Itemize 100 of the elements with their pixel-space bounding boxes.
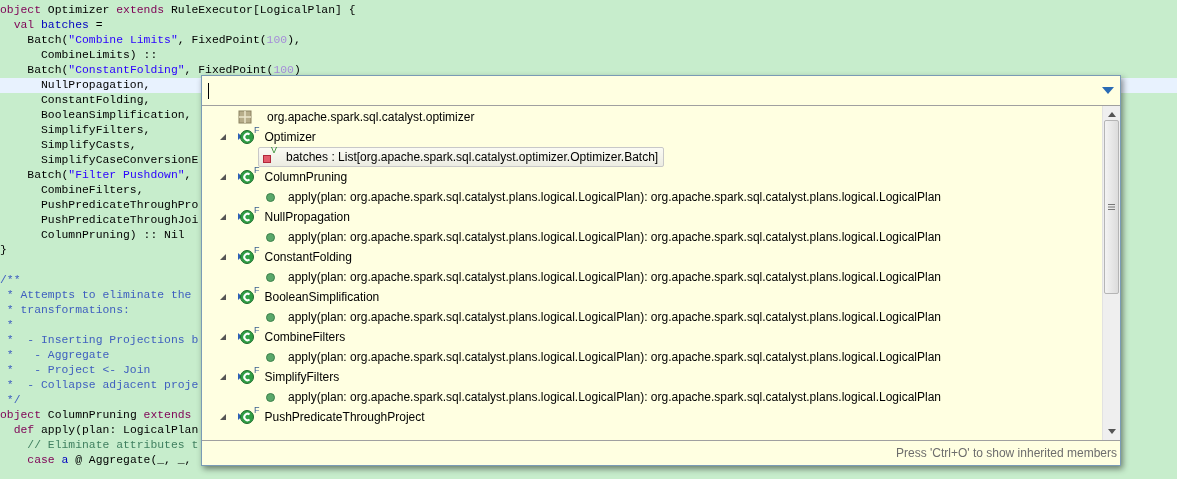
scroll-down-icon[interactable] — [1107, 429, 1116, 434]
code-line: NullPropagation, — [40, 79, 151, 91]
collapse-arrow-icon[interactable] — [219, 333, 227, 341]
code-line: SimplifyFilters, — [40, 124, 151, 136]
modifier-label: F — [254, 205, 260, 215]
field-icon — [263, 155, 271, 163]
outline-item[interactable]: F ConstantFolding — [234, 248, 357, 266]
outline-item[interactable]: apply(plan: org.apache.spark.sql.catalyst.plans.logical.LogicalPlan): org.apache.spark.sql.catalyst.plans.logical.LogicalPlan — [258, 268, 947, 286]
code-line: def apply(plan: LogicalPlan — [12, 424, 199, 436]
class-label: CombineFilters — [263, 329, 347, 345]
code-line: */ — [5, 394, 21, 406]
member-label: apply(plan: org.apache.spark.sql.catalyst.plans.logical.LogicalPlan): org.apache.spark.sql.catalyst.plans.logical.LogicalPlan — [287, 389, 943, 405]
method-icon — [266, 352, 275, 362]
code-line: * transformations: — [5, 304, 130, 316]
class-icon — [238, 169, 254, 185]
modifier-label: F — [254, 285, 260, 295]
member-label: apply(plan: org.apache.spark.sql.catalyst.plans.logical.LogicalPlan): org.apache.spark.sql.catalyst.plans.logical.LogicalPlan — [287, 229, 943, 245]
method-icon — [266, 192, 275, 202]
method-icon — [266, 272, 275, 282]
collapse-arrow-icon[interactable] — [219, 413, 227, 421]
outline-item[interactable]: V batches : List[org.apache.spark.sql.catalyst.optimizer.Optimizer.Batch] — [258, 147, 665, 167]
class-label: SimplifyFilters — [263, 369, 341, 385]
code-line: * - Inserting Projections b — [5, 334, 199, 346]
modifier-label: F — [254, 365, 260, 375]
outline-item[interactable]: F SimplifyFilters — [234, 368, 345, 386]
modifier-label: F — [254, 325, 260, 335]
collapse-arrow-icon[interactable] — [219, 133, 227, 141]
package-icon — [238, 110, 252, 124]
code-line: * - Project <- Join — [5, 364, 151, 376]
code-line: object Optimizer extends RuleExecutor[LogicalPlan] { — [0, 4, 356, 16]
modifier-label: V — [271, 145, 277, 155]
class-label: Optimizer — [263, 129, 317, 145]
collapse-arrow-icon[interactable] — [219, 253, 227, 261]
code-line: PushPredicateThroughJoi — [40, 214, 199, 226]
class-icon — [238, 289, 254, 305]
member-label: apply(plan: org.apache.spark.sql.catalyst.plans.logical.LogicalPlan): org.apache.spark.sql.catalyst.plans.logical.LogicalPlan — [287, 269, 943, 285]
dropdown-arrow-icon[interactable] — [1102, 87, 1114, 94]
hint-text: Press 'Ctrl+O' to show inherited members — [896, 446, 1117, 460]
member-label: apply(plan: org.apache.spark.sql.catalyst.plans.logical.LogicalPlan): org.apache.spark.sql.catalyst.plans.logical.LogicalPlan — [287, 189, 943, 205]
member-label: batches : List[org.apache.spark.sql.catalyst.optimizer.Optimizer.Batch] — [285, 149, 660, 165]
outline-item[interactable]: apply(plan: org.apache.spark.sql.catalyst.plans.logical.LogicalPlan): org.apache.spark.sql.catalyst.plans.logical.LogicalPlan — [258, 308, 947, 326]
method-icon — [266, 232, 275, 242]
code-line: Batch("ConstantFolding", FixedPoint(100) — [26, 64, 301, 76]
code-line: CombineFilters, — [40, 184, 144, 196]
outline-item[interactable]: F ColumnPruning — [234, 168, 353, 186]
code-line: CombineLimits) :: — [40, 49, 158, 61]
outline-item[interactable]: F Optimizer — [234, 128, 321, 146]
code-line: * Attempts to eliminate the — [5, 289, 192, 301]
class-label: ConstantFolding — [263, 249, 353, 265]
member-label: apply(plan: org.apache.spark.sql.catalyst.plans.logical.LogicalPlan): org.apache.spark.sql.catalyst.plans.logical.LogicalPlan — [287, 349, 943, 365]
code-line: SimplifyCaseConversionE — [40, 154, 199, 166]
code-line: object ColumnPruning extends — [0, 409, 192, 421]
modifier-label: F — [254, 125, 260, 135]
method-icon — [266, 312, 275, 322]
code-line: BooleanSimplification, — [40, 109, 192, 121]
outline-item[interactable]: org.apache.spark.sql.catalyst.optimizer — [219, 108, 480, 126]
outline-item[interactable]: F BooleanSimplification — [234, 288, 385, 306]
code-line: SimplifyCasts, — [40, 139, 137, 151]
outline-item[interactable]: apply(plan: org.apache.spark.sql.catalyst.plans.logical.LogicalPlan): org.apache.spark.sql.catalyst.plans.logical.LogicalPlan — [258, 188, 947, 206]
code-line: val batches = — [12, 19, 103, 31]
code-line: } — [0, 244, 7, 256]
class-label: NullPropagation — [263, 209, 351, 225]
grip-icon — [1108, 204, 1115, 210]
class-icon — [238, 209, 254, 225]
collapse-arrow-icon[interactable] — [219, 373, 227, 381]
outline-item[interactable]: apply(plan: org.apache.spark.sql.catalyst.plans.logical.LogicalPlan): org.apache.spark.sql.catalyst.plans.logical.LogicalPlan — [258, 228, 947, 246]
scroll-thumb[interactable] — [1104, 120, 1119, 294]
code-line: /** — [0, 274, 21, 286]
code-line: * — [5, 319, 14, 331]
method-icon — [266, 392, 275, 402]
modifier-label: F — [254, 165, 260, 175]
outline-item[interactable]: apply(plan: org.apache.spark.sql.catalyst.plans.logical.LogicalPlan): org.apache.spark.sql.catalyst.plans.logical.LogicalPlan — [258, 388, 947, 406]
class-label: ColumnPruning — [263, 169, 349, 185]
class-label: PushPredicateThroughProject — [263, 409, 426, 425]
scrollbar[interactable] — [1102, 106, 1120, 440]
code-line: ConstantFolding, — [40, 94, 151, 106]
package-label: org.apache.spark.sql.catalyst.optimizer — [266, 109, 476, 125]
code-line: ColumnPruning) :: Nil — [40, 229, 185, 241]
scroll-up-icon[interactable] — [1107, 112, 1116, 117]
member-label: apply(plan: org.apache.spark.sql.catalyst.plans.logical.LogicalPlan): org.apache.spark.sql.catalyst.plans.logical.LogicalPlan — [287, 309, 943, 325]
outline-item[interactable]: F NullPropagation — [234, 208, 355, 226]
modifier-label: F — [254, 405, 260, 415]
code-line: Batch("Combine Limits", FixedPoint(100), — [26, 34, 301, 46]
modifier-label: F — [254, 245, 260, 255]
code-line: // Eliminate attributes t — [26, 439, 199, 451]
outline-item[interactable]: F PushPredicateThroughProject — [234, 408, 430, 426]
code-line: * - Aggregate — [5, 349, 110, 361]
code-line: Batch("Filter Pushdown", — [26, 169, 192, 181]
class-icon — [238, 129, 254, 145]
outline-item[interactable]: F CombineFilters — [234, 328, 351, 346]
collapse-arrow-icon[interactable] — [219, 173, 227, 181]
class-label: BooleanSimplification — [263, 289, 381, 305]
code-line: PushPredicateThroughPro — [40, 199, 199, 211]
collapse-arrow-icon[interactable] — [219, 293, 227, 301]
class-icon — [238, 249, 254, 265]
outline-item[interactable]: apply(plan: org.apache.spark.sql.catalyst.plans.logical.LogicalPlan): org.apache.spark.sql.catalyst.plans.logical.LogicalPlan — [258, 348, 947, 366]
collapse-arrow-icon[interactable] — [219, 213, 227, 221]
class-icon — [238, 369, 254, 385]
code-line: * - Collapse adjacent proje — [5, 379, 199, 391]
code-line: case a @ Aggregate(_, _, — [26, 454, 192, 466]
